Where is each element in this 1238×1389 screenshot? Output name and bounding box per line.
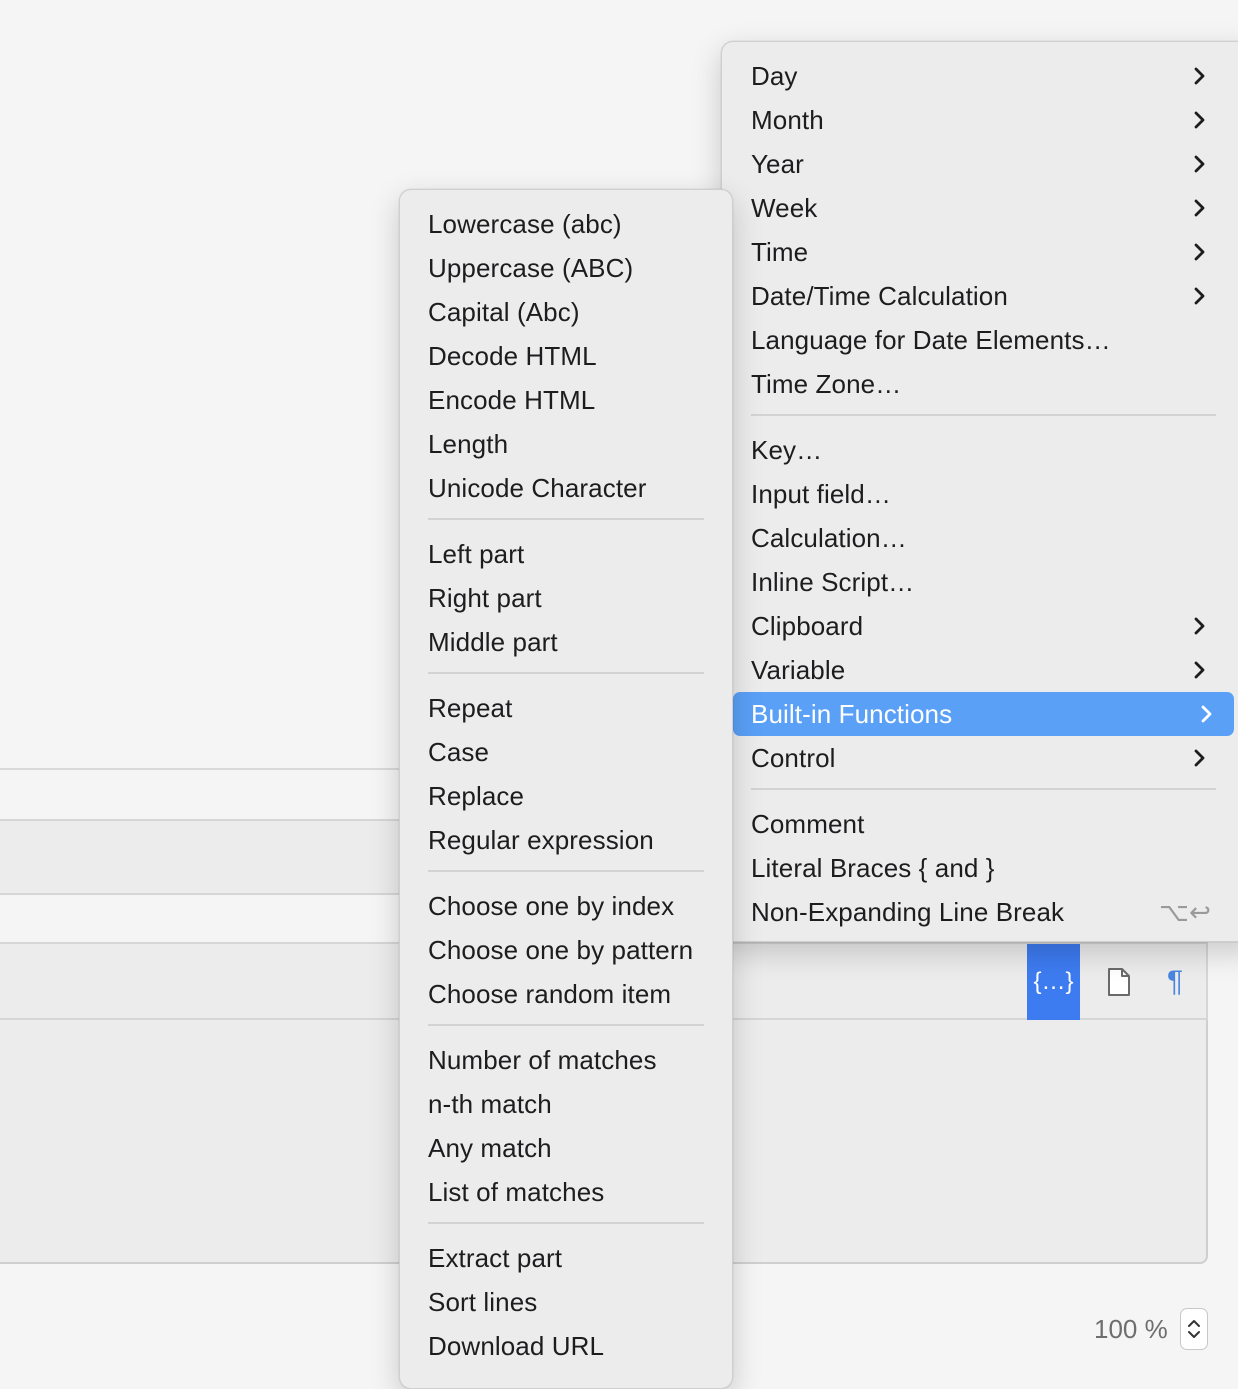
menu-item-variable[interactable]: Variable [730,648,1227,692]
menu-item-unicode-character[interactable]: Unicode Character [408,466,724,510]
menu-item-control[interactable]: Control [730,736,1227,780]
menu-item-line-break[interactable]: Non-Expanding Line Break ⌥↩ [730,890,1227,934]
menu-item-decode-html[interactable]: Decode HTML [408,334,724,378]
chevron-right-icon [1194,749,1205,767]
menu-item-any-match[interactable]: Any match [408,1126,724,1170]
document-icon[interactable] [1096,944,1142,1020]
menu-item-choose-by-index[interactable]: Choose one by index [408,884,724,928]
chevron-up-icon[interactable] [1187,1319,1201,1328]
chevron-down-icon[interactable] [1187,1330,1201,1339]
chevron-right-icon [1201,705,1212,723]
menu-item-middle-part[interactable]: Middle part [408,620,724,664]
insert-placeholder-button[interactable]: {…} [1027,944,1080,1020]
menu-item-comment[interactable]: Comment [730,802,1227,846]
menu-item-time-zone[interactable]: Time Zone… [730,362,1227,406]
menu-item-key[interactable]: Key… [730,428,1227,472]
menu-separator [428,672,704,674]
menu-item-built-in-functions[interactable]: Built-in Functions [733,692,1234,736]
menu-item-datetime-calculation[interactable]: Date/Time Calculation [730,274,1227,318]
field-row [0,819,400,895]
menu-item-time[interactable]: Time [730,230,1227,274]
chevron-right-icon [1194,199,1205,217]
menu-item-case[interactable]: Case [408,730,724,774]
menu-item-choose-by-pattern[interactable]: Choose one by pattern [408,928,724,972]
menu-separator [751,414,1216,416]
chevron-right-icon [1194,661,1205,679]
menu-item-list-of-matches[interactable]: List of matches [408,1170,724,1214]
menu-item-choose-random[interactable]: Choose random item [408,972,724,1016]
menu-item-day[interactable]: Day [730,54,1227,98]
keyboard-shortcut: ⌥↩ [1159,897,1211,927]
divider [0,768,400,770]
chevron-right-icon [1194,287,1205,305]
zoom-level: 100 % [1094,1314,1168,1344]
menu-item-length[interactable]: Length [408,422,724,466]
menu-item-literal-braces[interactable]: Literal Braces { and } [730,846,1227,890]
menu-item-month[interactable]: Month [730,98,1227,142]
chevron-right-icon [1194,617,1205,635]
menu-item-lowercase[interactable]: Lowercase (abc) [408,202,724,246]
zoom-stepper[interactable] [1180,1308,1208,1350]
menu-separator [428,870,704,872]
chevron-right-icon [1194,111,1205,129]
menu-item-download-url[interactable]: Download URL [408,1324,724,1368]
menu-item-right-part[interactable]: Right part [408,576,724,620]
menu-item-encode-html[interactable]: Encode HTML [408,378,724,422]
menu-separator [428,1024,704,1026]
menu-separator [428,518,704,520]
menu-item-capital[interactable]: Capital (Abc) [408,290,724,334]
menu-item-language-date[interactable]: Language for Date Elements… [730,318,1227,362]
menu-separator [751,788,1216,790]
menu-item-extract-part[interactable]: Extract part [408,1236,724,1280]
menu-item-week[interactable]: Week [730,186,1227,230]
built-in-functions-submenu: Lowercase (abc) Uppercase (ABC) Capital … [399,189,733,1389]
menu-item-inline-script[interactable]: Inline Script… [730,560,1227,604]
menu-item-number-of-matches[interactable]: Number of matches [408,1038,724,1082]
menu-item-sort-lines[interactable]: Sort lines [408,1280,724,1324]
menu-item-left-part[interactable]: Left part [408,532,724,576]
menu-item-clipboard[interactable]: Clipboard [730,604,1227,648]
menu-item-year[interactable]: Year [730,142,1227,186]
menu-item-repeat[interactable]: Repeat [408,686,724,730]
chevron-right-icon [1194,243,1205,261]
menu-item-uppercase[interactable]: Uppercase (ABC) [408,246,724,290]
chevron-right-icon [1194,67,1205,85]
paragraph-icon[interactable]: ¶ [1152,944,1198,1020]
menu-item-calculation[interactable]: Calculation… [730,516,1227,560]
chevron-right-icon [1194,155,1205,173]
menu-item-replace[interactable]: Replace [408,774,724,818]
menu-item-input-field[interactable]: Input field… [730,472,1227,516]
menu-separator [428,1222,704,1224]
menu-item-nth-match[interactable]: n-th match [408,1082,724,1126]
menu-item-regular-expression[interactable]: Regular expression [408,818,724,862]
insert-menu: Day Month Year Week Time Date/Time Calcu… [721,41,1238,942]
